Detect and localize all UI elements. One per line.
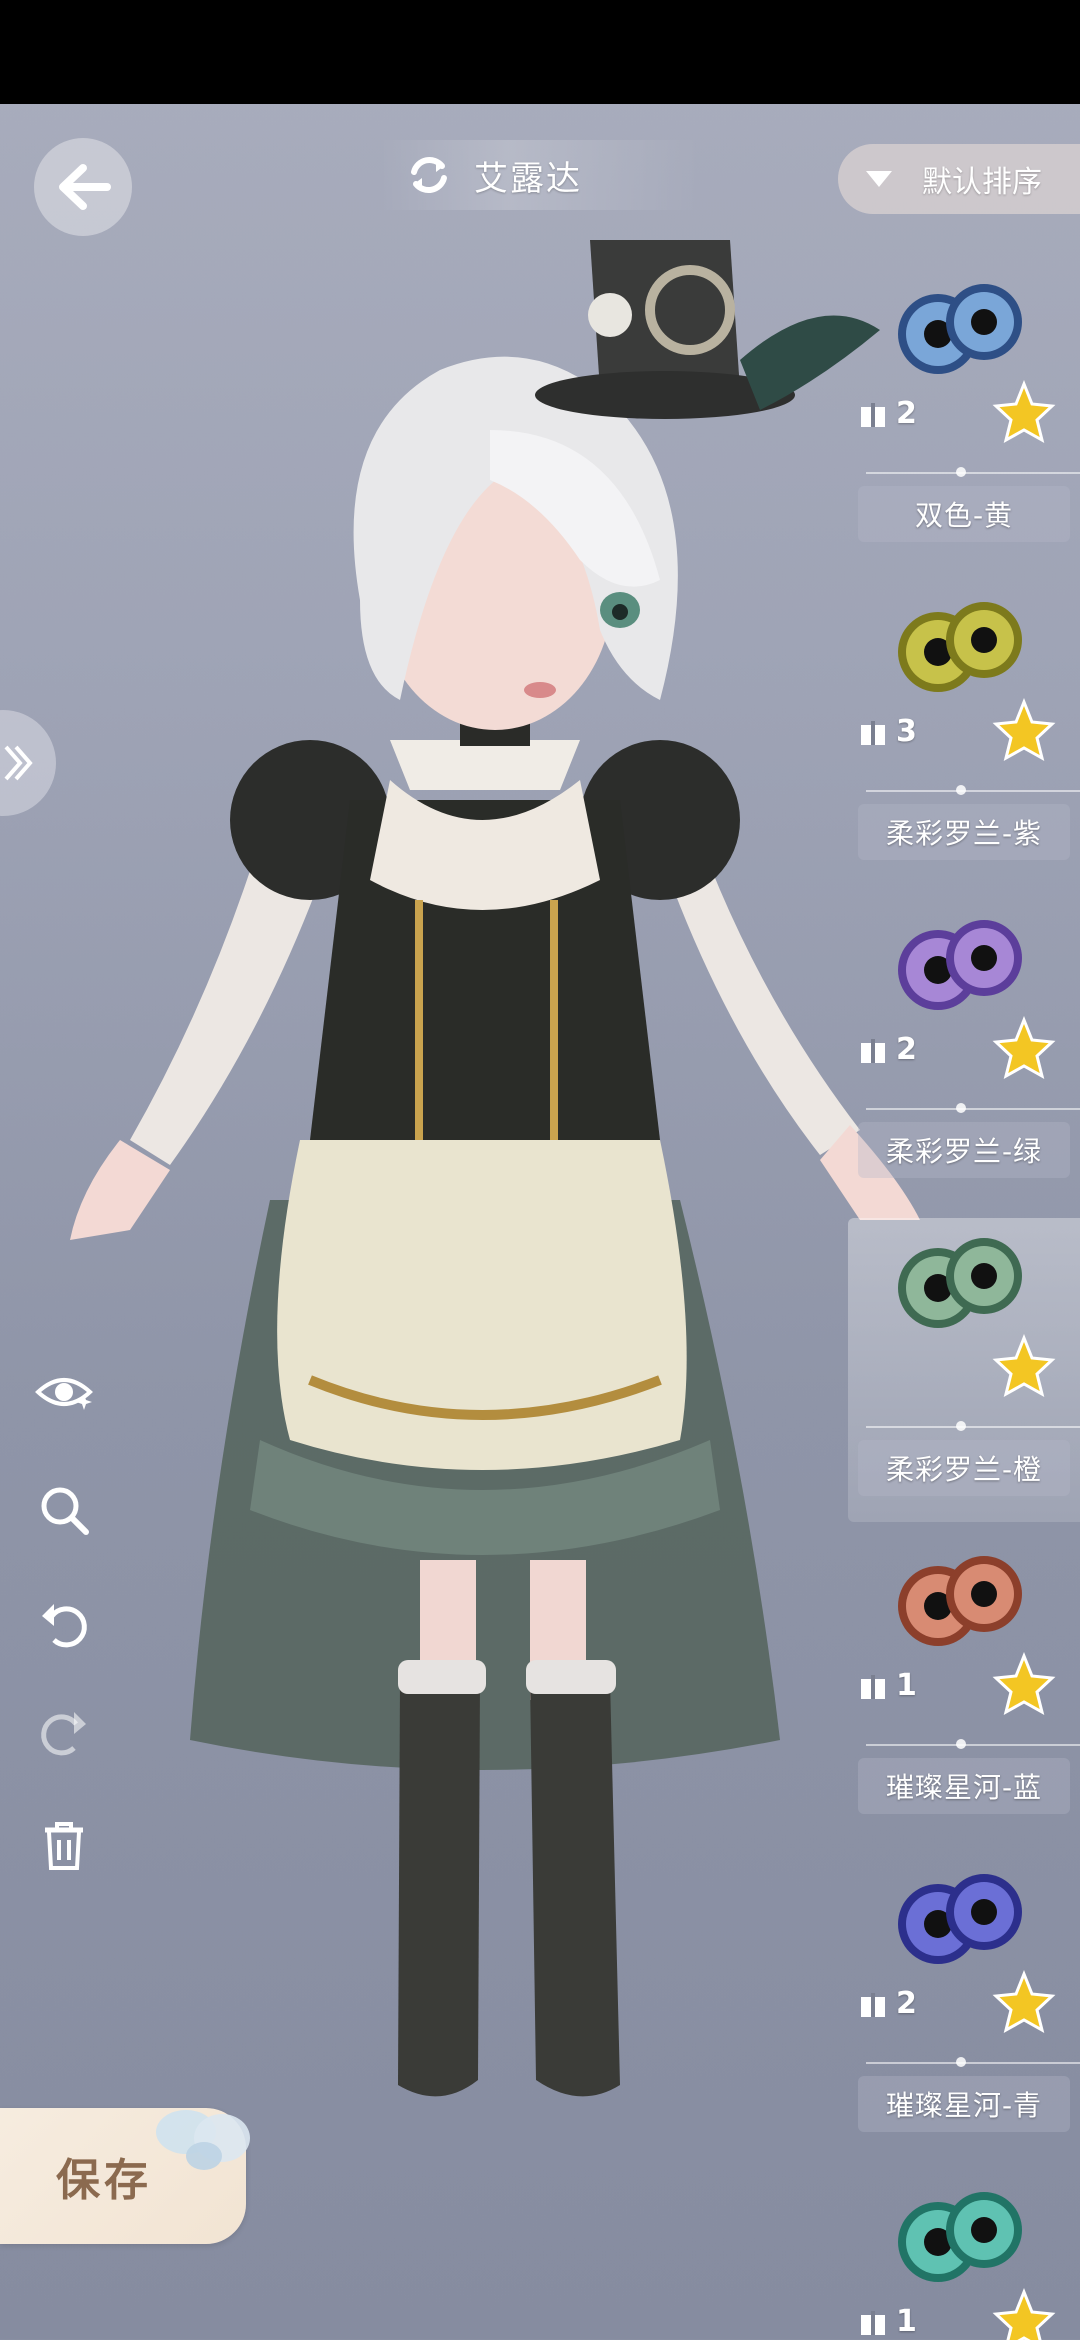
eye-option-name: 柔彩罗兰-橙 — [858, 1440, 1070, 1496]
owned-count: 2 — [858, 396, 917, 431]
butterfly-decoration-icon — [156, 2110, 250, 2170]
gift-box-icon — [861, 1674, 885, 1699]
star-icon — [992, 1334, 1056, 1397]
eye-option[interactable]: 2 柔彩罗兰-绿 — [848, 900, 1080, 1218]
gift-box-icon — [861, 402, 885, 427]
eye-visibility-icon — [35, 1378, 93, 1410]
undo-icon — [42, 1604, 87, 1648]
eye-option-selected[interactable]: 柔彩罗兰-橙 — [848, 1218, 1080, 1536]
star-icon — [992, 2288, 1056, 2340]
undo-button[interactable] — [32, 1592, 96, 1656]
eye-option[interactable]: 1 璀璨星河-蓝 — [848, 1536, 1080, 1854]
divider — [866, 1108, 1080, 1110]
eye-preview-icon — [898, 284, 1022, 374]
eye-preview-icon — [898, 920, 1022, 1010]
double-chevron-right-icon — [4, 745, 33, 781]
visibility-toggle[interactable] — [32, 1360, 96, 1424]
divider — [866, 2062, 1080, 2064]
back-button[interactable] — [34, 138, 132, 236]
zoom-icon — [41, 1487, 89, 1535]
star-icon — [992, 1970, 1056, 2033]
owned-count: 2 — [858, 1032, 917, 1067]
eye-preview-icon — [898, 602, 1022, 692]
chevron-down-icon — [866, 171, 892, 187]
star-icon — [992, 1016, 1056, 1079]
gift-box-icon — [861, 720, 885, 745]
save-label: 保存 — [56, 2155, 152, 2206]
owned-count: 1 — [858, 2304, 917, 2339]
character-model[interactable] — [60, 180, 960, 2180]
eye-option-name: 柔彩罗兰-紫 — [858, 804, 1070, 860]
status-bar — [0, 0, 1080, 104]
eye-option[interactable]: 1 — [848, 2172, 1080, 2340]
title-bar[interactable]: 艾露达 — [380, 140, 700, 210]
gift-box-icon — [861, 1992, 885, 2017]
eye-option[interactable]: 2 双色-黄 — [848, 264, 1080, 582]
divider — [866, 1744, 1080, 1746]
eye-preview-icon — [898, 2192, 1022, 2282]
divider — [866, 1426, 1080, 1428]
eye-option-name: 柔彩罗兰-绿 — [858, 1122, 1070, 1178]
eye-option[interactable]: 3 柔彩罗兰-紫 — [848, 582, 1080, 900]
divider — [866, 790, 1080, 792]
eye-option[interactable]: 2 璀璨星河-青 — [848, 1854, 1080, 2172]
back-arrow-icon — [59, 164, 111, 210]
star-icon — [992, 380, 1056, 443]
character-name: 艾露达 — [474, 158, 582, 199]
eye-option-name: 璀璨星河-蓝 — [858, 1758, 1070, 1814]
redo-icon — [41, 1712, 86, 1756]
gift-box-icon — [861, 1038, 885, 1063]
redo-button[interactable] — [32, 1700, 96, 1764]
refresh-icon[interactable] — [406, 152, 452, 198]
eye-preview-icon — [898, 1238, 1022, 1328]
owned-count: 1 — [858, 1668, 917, 1703]
trash-icon — [45, 1822, 83, 1870]
eye-preview-icon — [898, 1874, 1022, 1964]
save-button[interactable]: 保存 — [0, 2108, 250, 2244]
sort-label: 默认排序 — [922, 165, 1042, 200]
eye-option-name: 双色-黄 — [858, 486, 1070, 542]
divider — [866, 472, 1080, 474]
owned-count: 2 — [858, 1986, 917, 2021]
eye-preview-icon — [898, 1556, 1022, 1646]
delete-button[interactable] — [32, 1814, 96, 1878]
side-panel-toggle[interactable] — [0, 710, 56, 816]
eye-option-name: 璀璨星河-青 — [858, 2076, 1070, 2132]
gift-box-icon — [861, 2310, 885, 2335]
star-icon — [992, 1652, 1056, 1715]
sort-dropdown[interactable]: 默认排序 — [838, 144, 1080, 214]
owned-count: 3 — [858, 714, 917, 749]
star-icon — [992, 698, 1056, 761]
zoom-button[interactable] — [32, 1478, 96, 1542]
